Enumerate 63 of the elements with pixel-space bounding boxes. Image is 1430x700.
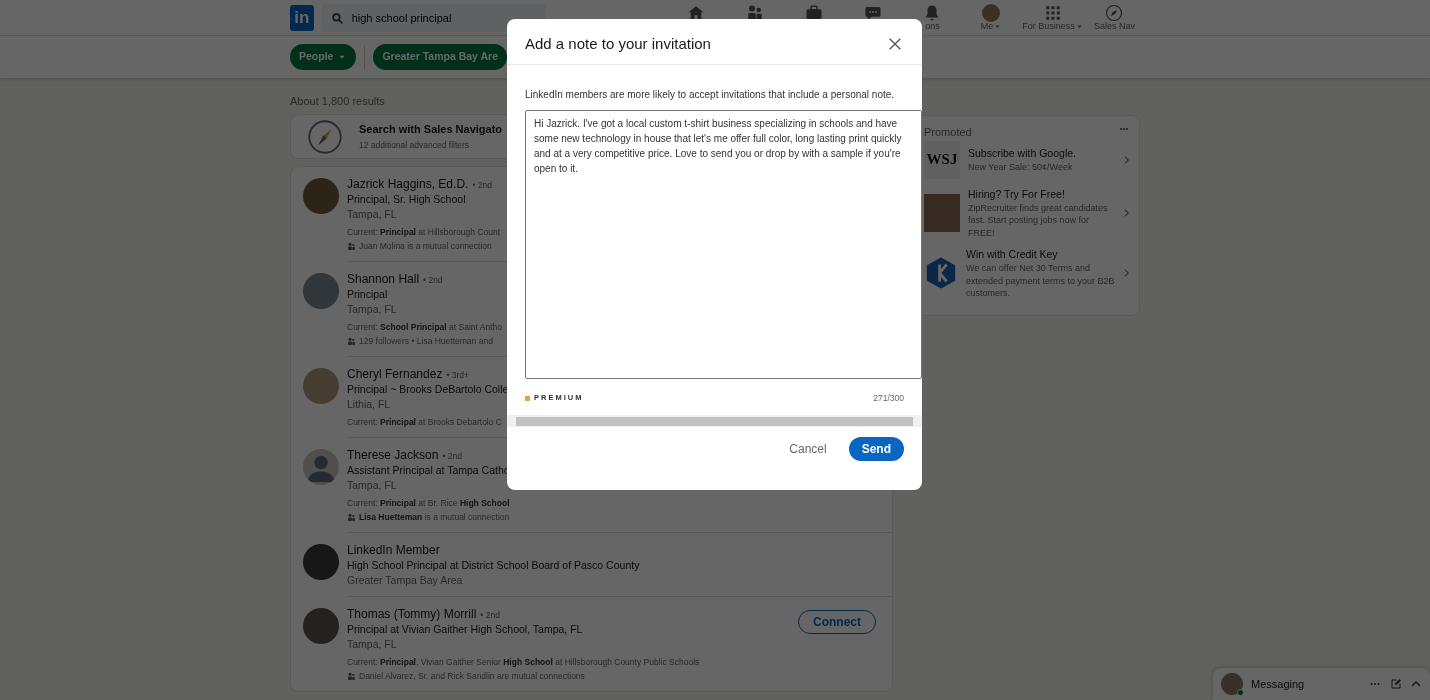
person-name[interactable]: Shannon Hall [347, 271, 420, 287]
dialog-title: Add a note to your invitation [525, 34, 711, 54]
people-icon [347, 241, 356, 251]
promoted-label: Promoted [924, 125, 972, 140]
person-name[interactable]: Jazrick Haggins, Ed.D. [347, 176, 469, 192]
person-location: Tampa, FL [347, 207, 397, 222]
person-headline: Principal, Sr. High School [347, 192, 466, 207]
connection-degree: • 2nd [423, 274, 443, 287]
send-button[interactable]: Send [848, 437, 904, 461]
horizontal-scrollbar[interactable] [507, 415, 922, 427]
person-location: Greater Tampa Bay Area [347, 573, 463, 588]
character-counter: 271/300 [873, 392, 904, 405]
avatar-icon[interactable] [1221, 673, 1243, 695]
sales-navigator-title[interactable]: Search with Sales Navigato [359, 121, 503, 138]
search-icon [330, 11, 344, 25]
results-count: About 1,800 results [290, 94, 385, 109]
compass-icon[interactable] [1105, 3, 1124, 22]
hexagon-logo-icon [924, 255, 958, 290]
person-location: Tampa, FL [347, 302, 397, 317]
person-headline: Principal at Vivian Gaither High School, Tampa, FL [347, 622, 583, 637]
photo-placeholder [303, 608, 339, 644]
people-icon [347, 512, 356, 522]
nav-label[interactable]: For Business [1022, 21, 1075, 32]
ad-title: Hiring? Try For Free! [968, 186, 1066, 202]
people-icon [347, 336, 356, 346]
dialog-intro: LinkedIn members are more likely to accept invitations that include a personal note. [525, 88, 896, 102]
people-icon [347, 671, 356, 681]
ad-title: Subscribe with Google. [968, 145, 1077, 161]
person-location: Tampa, FL [347, 637, 397, 652]
filter-pill[interactable]: Greater Tampa Bay Are [373, 44, 507, 70]
photo-placeholder [924, 193, 960, 232]
person-name[interactable]: LinkedIn Member [347, 542, 440, 558]
person-location: Tampa, FL [347, 478, 397, 493]
photo-placeholder [303, 178, 339, 214]
search-field[interactable]: high school principal [321, 3, 546, 32]
bell-icon[interactable] [923, 3, 942, 22]
person-name[interactable]: Cheryl Fernandez [347, 366, 443, 382]
compose-icon[interactable] [1390, 678, 1402, 690]
compass-icon [307, 118, 343, 155]
connect-button[interactable]: Connect [798, 610, 876, 634]
cancel-button[interactable]: Cancel [783, 439, 833, 459]
grid-icon[interactable] [1044, 3, 1062, 22]
ad-title: Win with Credit Key [966, 246, 1059, 262]
person-name[interactable]: Therese Jackson [347, 447, 439, 463]
person-headline: Principal [347, 287, 388, 302]
photo-placeholder [303, 368, 339, 404]
filter-pill[interactable]: People [290, 44, 357, 70]
avatar-silhouette [303, 449, 339, 485]
photo-placeholder [303, 273, 339, 309]
photo-placeholder [303, 544, 339, 580]
person-headline: Principal ~ Brooks DeBartolo Colle [347, 382, 509, 397]
person-location: Lithia, FL [347, 397, 391, 412]
briefcase-icon[interactable] [805, 3, 824, 22]
messaging-label[interactable]: Messaging [1251, 675, 1360, 693]
message-field[interactable]: Hi Jazrick. I've got a local custom t-shirt business specializing in schools and have some new technology in house that let's me offer full color, long lasting print quickly and at a very competitive price. Love to send you or drop by with a sample if you're open to it. [525, 110, 922, 379]
people-icon[interactable] [746, 3, 765, 22]
messaging-bar[interactable]: Messaging [1213, 668, 1430, 700]
linkedin-logo[interactable]: in [290, 4, 314, 31]
wsj-logo: WSJ [924, 140, 960, 179]
avatar-icon[interactable] [982, 3, 1001, 22]
person-name[interactable]: Thomas (Tommy) Morrill [347, 606, 477, 622]
nav-label[interactable]: Me [980, 21, 994, 32]
person-headline: High School Principal at District School Board of Pasco County [347, 558, 640, 573]
